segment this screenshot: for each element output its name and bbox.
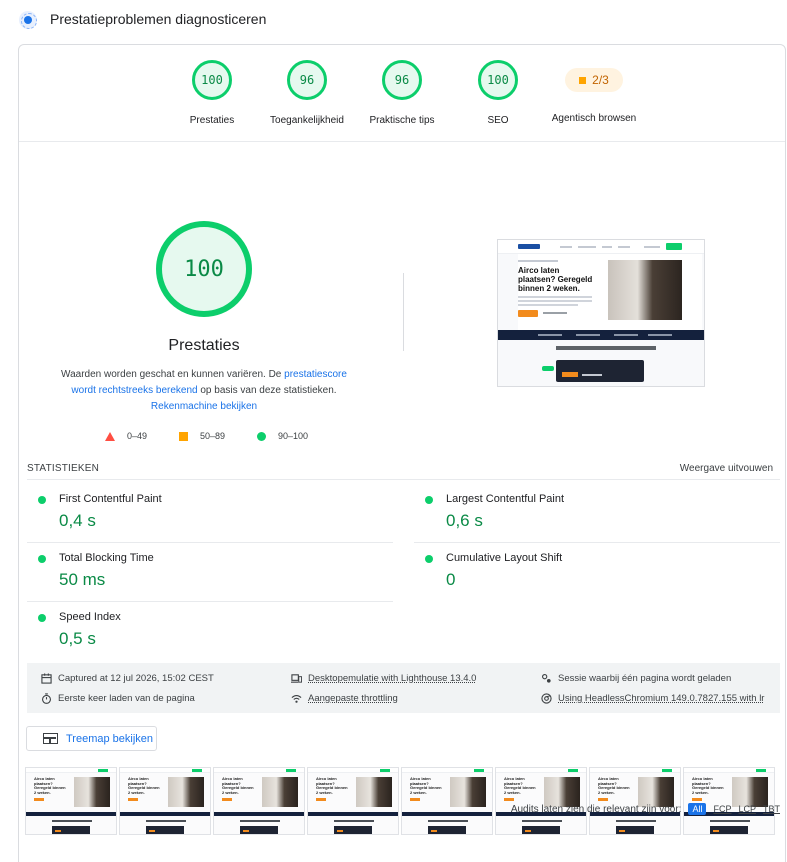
lighthouse-diagnostic-icon xyxy=(19,11,37,29)
metric-name: Cumulative Layout Shift xyxy=(446,552,563,564)
score-gauge: 100 xyxy=(478,60,518,100)
divider xyxy=(19,141,785,142)
fail-triangle-icon xyxy=(105,431,115,441)
category-gauges: 100 Prestaties 96 Toegankelijkheid 96 Pr… xyxy=(19,45,785,141)
filmstrip-frame: Airco laten plaatsen? Geregeld binnen 2 … xyxy=(25,767,117,835)
runtime-environment: Captured at 12 jul 2026, 15:02 CEST Eers… xyxy=(27,663,780,713)
screenshot-hero: Airco laten plaatsen? Geregeld binnen 2 … xyxy=(518,254,702,330)
expand-view-toggle[interactable]: Weergave uitvouwen xyxy=(680,463,773,474)
final-screenshot[interactable]: Airco laten plaatsen? Geregeld binnen 2 … xyxy=(497,239,705,387)
chromium-icon xyxy=(541,693,552,704)
score-description: Waarden worden geschat en kunnen variëre… xyxy=(49,367,359,415)
env-session: Sessie waarbij één pagina wordt geladen xyxy=(541,673,731,684)
calendar-icon xyxy=(41,673,52,684)
score-legend: 0–49 50–89 90–100 xyxy=(105,431,345,447)
screenshot-headline: Airco laten plaatsen? Geregeld binnen 2 … xyxy=(518,266,593,293)
env-first-load: Eerste keer laden van de pagina xyxy=(41,693,195,704)
filmstrip: Airco laten plaatsen? Geregeld binnen 2 … xyxy=(25,767,780,835)
filmstrip-frame: Airco laten plaatsen? Geregeld binnen 2 … xyxy=(589,767,681,835)
filter-lcp[interactable]: LCP xyxy=(738,804,756,814)
desktop-icon xyxy=(291,674,302,683)
legend-label: 0–49 xyxy=(127,431,148,441)
metric-name: First Contentful Paint xyxy=(59,493,162,505)
filter-fcp[interactable]: FCP xyxy=(713,804,731,814)
legend-label: 50–89 xyxy=(200,431,226,441)
pass-circle-icon xyxy=(38,555,46,563)
divider xyxy=(27,542,393,543)
metric-value: 0 xyxy=(446,570,456,589)
metric-tbt: Total Blocking Time 50 ms xyxy=(27,548,387,606)
metric-name: Total Blocking Time xyxy=(59,552,154,564)
average-square-icon xyxy=(179,431,188,441)
pass-circle-icon xyxy=(425,496,433,504)
divider xyxy=(27,479,780,480)
average-square-icon xyxy=(579,76,587,84)
treemap-icon xyxy=(43,733,58,744)
filmstrip-frame: Airco laten plaatsen? Geregeld binnen 2 … xyxy=(119,767,211,835)
section-header: Prestatieproblemen diagnosticeren xyxy=(0,0,787,44)
desc-text: op basis van deze statistieken. xyxy=(197,385,337,396)
divider xyxy=(403,273,404,351)
pass-circle-icon xyxy=(38,614,46,622)
filmstrip-frame: Airco laten plaatsen? Geregeld binnen 2 … xyxy=(213,767,305,835)
score-gauge: 100 xyxy=(192,60,232,100)
score-gauge: 96 xyxy=(382,60,422,100)
metric-value: 0,4 s xyxy=(59,511,96,530)
fraction-badge: 2/3 xyxy=(565,68,623,92)
pass-circle-icon xyxy=(38,496,46,504)
screenshot-navbar xyxy=(498,240,704,254)
calculator-link[interactable]: Rekenmachine bekijken xyxy=(151,401,257,412)
legend-pass: 90–100 xyxy=(257,431,308,441)
env-throttling[interactable]: Aangepaste throttling xyxy=(291,693,398,704)
legend-label: 90–100 xyxy=(278,431,309,441)
env-browser[interactable]: Using HeadlessChromium 149.0.7827.155 wi… xyxy=(541,693,764,704)
performance-score-gauge: 100 xyxy=(156,221,252,317)
score-gauge: 96 xyxy=(287,60,327,100)
session-icon xyxy=(542,674,551,683)
stopwatch-icon xyxy=(42,693,51,704)
metric-value: 0,6 s xyxy=(446,511,483,530)
metric-name: Largest Contentful Paint xyxy=(446,493,565,505)
metric-speed-index: Speed Index 0,5 s xyxy=(27,607,387,665)
screenshot-photo xyxy=(608,260,682,320)
filmstrip-frame: Airco laten plaatsen? Geregeld binnen 2 … xyxy=(307,767,399,835)
screenshot-cookie-modal xyxy=(556,360,644,382)
audit-filter-label: Audits laten zien die relevant zijn voor… xyxy=(510,803,682,815)
env-captured: Captured at 12 jul 2026, 15:02 CEST xyxy=(41,673,214,684)
category-agentic-browsing[interactable]: 2/3 Agentisch browsen xyxy=(534,60,654,124)
metric-cls: Cumulative Layout Shift 0 xyxy=(414,548,774,606)
screenshot-usp-bar xyxy=(498,330,704,340)
view-treemap-button[interactable]: Treemap bekijken xyxy=(26,726,157,751)
site-logo xyxy=(518,244,540,249)
statistics-heading: STATISTIEKEN xyxy=(27,463,100,474)
metric-name: Speed Index xyxy=(59,611,121,623)
section-title: Prestatieproblemen diagnosticeren xyxy=(50,11,267,27)
desc-text: Waarden worden geschat en kunnen variëre… xyxy=(61,369,285,380)
pass-circle-icon xyxy=(257,431,266,441)
env-emulation[interactable]: Desktopemulatie with Lighthouse 13.4.0 xyxy=(291,673,476,684)
filmstrip-frame: Airco laten plaatsen? Geregeld binnen 2 … xyxy=(683,767,775,835)
pass-circle-icon xyxy=(425,555,433,563)
category-label: Agentisch browsen xyxy=(551,113,637,124)
filter-tbt[interactable]: TBT xyxy=(763,804,780,814)
legend-fail: 0–49 xyxy=(105,431,147,441)
divider xyxy=(27,601,393,602)
metric-value: 50 ms xyxy=(59,570,106,589)
filter-all[interactable]: All xyxy=(688,803,707,815)
divider xyxy=(414,542,780,543)
legend-average: 50–89 xyxy=(179,431,225,441)
filmstrip-frame: Airco laten plaatsen? Geregeld binnen 2 … xyxy=(495,767,587,835)
filmstrip-frame: Airco laten plaatsen? Geregeld binnen 2 … xyxy=(401,767,493,835)
performance-title: Prestaties xyxy=(168,337,240,354)
audit-filter: Audits laten zien die relevant zijn voor… xyxy=(511,803,780,815)
metric-value: 0,5 s xyxy=(59,629,96,648)
metric-fcp: First Contentful Paint 0,4 s xyxy=(27,489,387,547)
wifi-icon xyxy=(291,694,302,703)
fraction-score: 2/3 xyxy=(592,73,609,87)
lighthouse-report-card: 100 Prestaties 96 Toegankelijkheid 96 Pr… xyxy=(18,44,786,862)
metric-lcp: Largest Contentful Paint 0,6 s xyxy=(414,489,774,547)
treemap-label: Treemap bekijken xyxy=(66,732,154,745)
